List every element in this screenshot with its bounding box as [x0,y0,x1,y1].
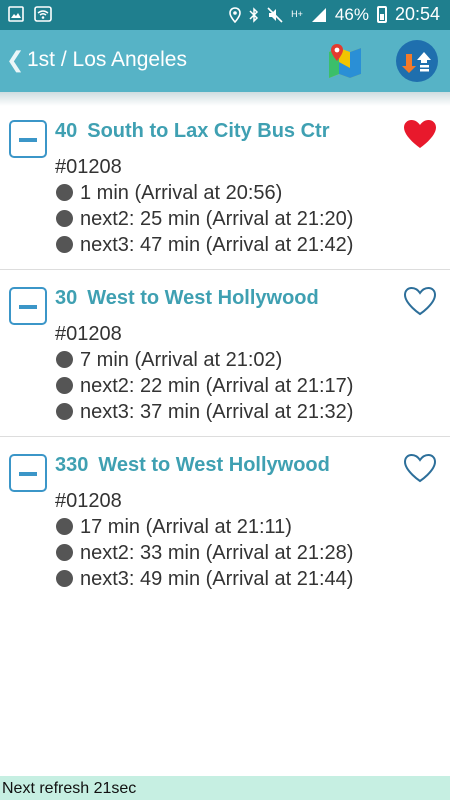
collapse-button[interactable] [9,120,47,158]
status-bar: H+ 46% 20:54 [0,0,450,30]
bullet-icon [56,377,73,394]
arrival-row: next3: 37 min (Arrival at 21:32) [55,401,353,424]
header-shadow [0,92,450,106]
route-title: 330 West to West Hollywood [55,454,330,477]
status-right-icons: H+ 46% 20:54 [229,4,440,25]
refresh-bar: Next refresh 21sec [0,776,450,800]
sort-icon [402,52,431,73]
arrival-text: next2: 22 min (Arrival at 21:17) [80,375,354,397]
bullet-icon [56,184,73,201]
route-list: 40 South to Lax City Bus Ctr #01208 1 min… [0,106,450,603]
location-icon [229,6,241,23]
route-card[interactable]: 330 West to West Hollywood #01208 17 min … [0,437,450,603]
stop-id: #01208 [55,323,122,345]
arrival-text: 1 min (Arrival at 20:56) [80,182,283,204]
bullet-icon [56,518,73,535]
status-left-icons [8,6,52,22]
image-icon [8,6,24,22]
heart-filled-icon[interactable] [402,118,438,150]
map-icon [329,44,361,78]
mute-icon [267,6,283,23]
heart-outline-icon[interactable] [402,285,438,317]
sort-button[interactable] [396,40,438,82]
stop-id: #01208 [55,490,122,512]
bullet-icon [56,236,73,253]
route-destination: South to Lax City Bus Ctr [87,120,330,142]
bullet-icon [56,210,73,227]
stop-id: #01208 [55,156,122,178]
bullet-icon [56,351,73,368]
arrival-row: next2: 25 min (Arrival at 21:20) [55,208,353,231]
route-title: 40 South to Lax City Bus Ctr [55,120,329,143]
arrival-row: 17 min (Arrival at 21:11) [55,516,292,539]
bullet-icon [56,544,73,561]
route-number: 40 [55,120,78,142]
arrival-row: next2: 22 min (Arrival at 21:17) [55,375,353,398]
route-number: 330 [55,454,89,476]
network-type: H+ [291,9,303,19]
heart-outline-icon[interactable] [402,452,438,484]
arrival-text: next3: 47 min (Arrival at 21:42) [80,234,354,256]
bullet-icon [56,570,73,587]
route-card[interactable]: 30 West to West Hollywood #01208 7 min (A… [0,270,450,437]
arrival-row: 7 min (Arrival at 21:02) [55,349,282,372]
app-header: ❮ 1st / Los Angeles [0,30,450,92]
route-card[interactable]: 40 South to Lax City Bus Ctr #01208 1 min… [0,106,450,270]
signal-icon [311,7,326,22]
route-destination: West to West Hollywood [87,287,319,309]
arrival-text: 7 min (Arrival at 21:02) [80,349,283,371]
arrival-text: next3: 37 min (Arrival at 21:32) [80,401,354,423]
arrival-text: 17 min (Arrival at 21:11) [80,516,292,538]
arrival-text: next3: 49 min (Arrival at 21:44) [80,568,354,590]
bullet-icon [56,403,73,420]
map-button[interactable] [326,42,364,80]
bluetooth-icon [249,6,259,23]
arrival-row: next3: 49 min (Arrival at 21:44) [55,568,353,591]
collapse-button[interactable] [9,454,47,492]
arrival-text: next2: 33 min (Arrival at 21:28) [80,542,354,564]
arrival-row: next3: 47 min (Arrival at 21:42) [55,234,353,257]
route-number: 30 [55,287,78,309]
arrival-row: 1 min (Arrival at 20:56) [55,182,282,205]
battery-icon [376,6,387,23]
page-title[interactable]: 1st / Los Angeles [27,48,187,72]
arrival-row: next2: 33 min (Arrival at 21:28) [55,542,353,565]
battery-percent: 46% [334,4,369,24]
collapse-button[interactable] [9,287,47,325]
refresh-text: Next refresh 21sec [2,780,137,797]
arrival-text: next2: 25 min (Arrival at 21:20) [80,208,354,230]
route-title: 30 West to West Hollywood [55,287,319,310]
chevron-left-icon[interactable]: ❮ [6,47,24,73]
clock: 20:54 [394,4,440,24]
route-destination: West to West Hollywood [98,454,330,476]
wifi-box-icon [34,6,52,22]
